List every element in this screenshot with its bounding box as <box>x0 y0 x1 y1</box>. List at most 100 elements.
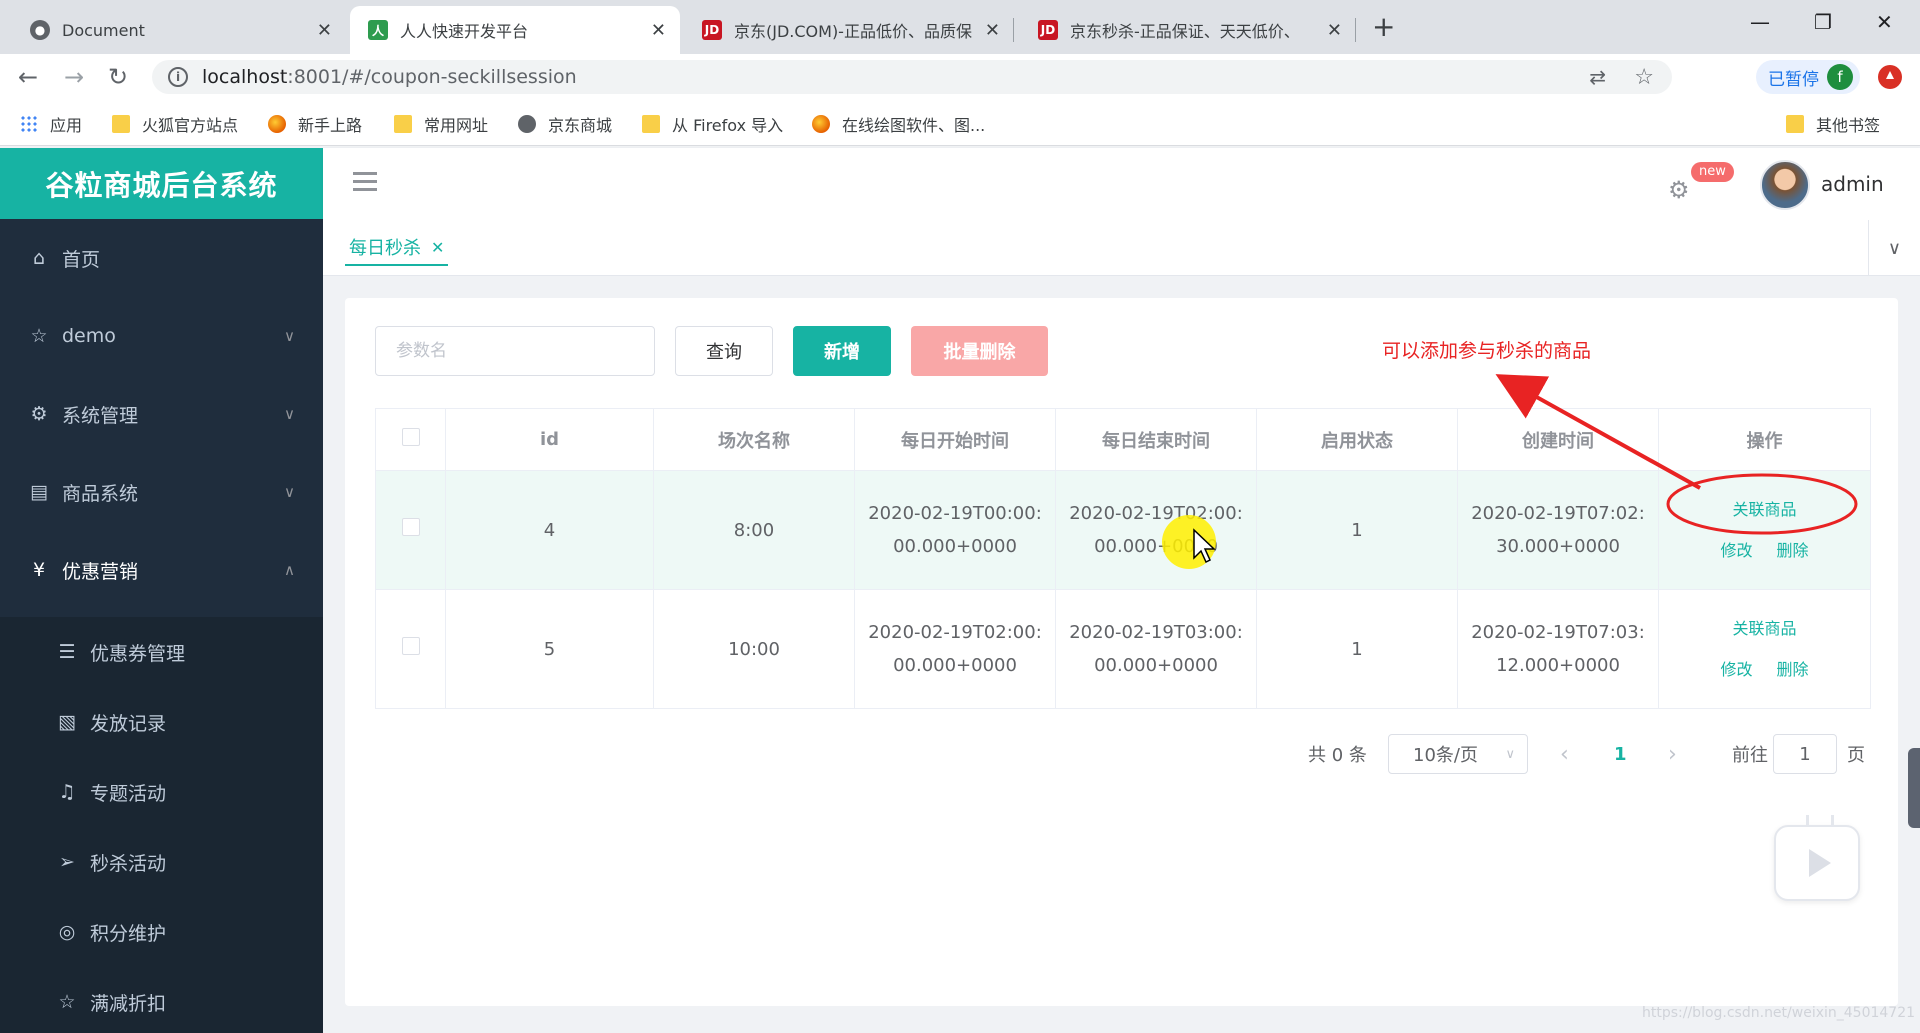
bookmark-label: 常用网址 <box>424 116 489 135</box>
column-header[interactable]: 场次名称 <box>653 408 855 471</box>
cell-start-time: 2020-02-19T02:00: 00.000+0000 <box>854 589 1056 709</box>
username[interactable]: admin <box>1821 172 1884 196</box>
column-header[interactable]: 每日开始时间 <box>854 408 1056 471</box>
bookmarks-bar: 应用 火狐官方站点 新手上路 常用网址 京东商城 从 Firefox 导入 在线… <box>0 100 1920 146</box>
bookmark-item[interactable]: 京东商城 <box>518 112 612 136</box>
table-row[interactable]: 5 10:00 2020-02-19T02:00: 00.000+0000 202… <box>375 589 1871 709</box>
back-icon[interactable]: ← <box>18 64 38 90</box>
sidebar-subitem-topics[interactable]: ♫ 专题活动 <box>0 757 323 827</box>
sidebar-subitem-points[interactable]: ◎ 积分维护 <box>0 897 323 967</box>
browser-tab-renren[interactable]: 人 人人快速开发平台 ✕ <box>350 6 680 54</box>
column-header[interactable]: 启用状态 <box>1256 408 1458 471</box>
add-button[interactable]: 新增 <box>793 326 891 376</box>
watermark: https://blog.csdn.net/weixin_45014721 <box>1642 1005 1916 1021</box>
forward-icon[interactable]: → <box>64 64 84 90</box>
info-icon[interactable]: i <box>168 67 188 87</box>
batch-delete-button[interactable]: 批量删除 <box>911 326 1048 376</box>
menu-toggle-icon[interactable] <box>353 172 377 196</box>
delete-link[interactable]: 删除 <box>1777 653 1809 686</box>
row-checkbox[interactable] <box>401 517 420 536</box>
delete-link[interactable]: 删除 <box>1777 534 1809 567</box>
bookmark-other[interactable]: 其他书签 <box>1786 112 1880 136</box>
folder-icon <box>112 115 130 133</box>
select-all-checkbox[interactable] <box>401 428 420 446</box>
column-header[interactable]: id <box>445 408 654 471</box>
bookmark-label: 新手上路 <box>298 116 363 135</box>
close-icon[interactable]: ✕ <box>317 20 332 41</box>
sidebar-item-demo[interactable]: ☆ demo ∨ <box>0 297 323 375</box>
close-icon[interactable]: ✕ <box>1327 20 1342 41</box>
bookmark-item[interactable]: 在线绘图软件、图... <box>812 112 985 136</box>
query-button[interactable]: 查询 <box>675 326 773 376</box>
browser-tab-title: 京东(JD.COM)-正品低价、品质保 <box>734 22 972 41</box>
sidebar-subitem-records[interactable]: ▧ 发放记录 <box>0 687 323 757</box>
avatar[interactable] <box>1760 160 1810 210</box>
record-icon: ▧ <box>58 711 76 733</box>
sidebar-item-product[interactable]: ▤ 商品系统 ∨ <box>0 453 323 531</box>
globe-icon <box>518 115 536 133</box>
table-row[interactable]: 4 8:00 2020-02-19T00:00: 00.000+0000 2020… <box>375 470 1871 590</box>
tab-seckill-session[interactable]: 每日秒杀 ✕ <box>345 230 449 266</box>
row-checkbox[interactable] <box>401 636 420 655</box>
next-page-icon[interactable]: › <box>1668 734 1677 774</box>
sidebar-item-coupon[interactable]: ¥ 优惠营销 ∧ <box>0 531 323 609</box>
bookmark-item[interactable]: 从 Firefox 导入 <box>642 112 783 136</box>
search-input[interactable] <box>375 326 655 376</box>
restore-icon[interactable]: ❐ <box>1814 10 1832 34</box>
sidebar-item-label: demo <box>62 325 116 347</box>
sidebar-subitem-discount[interactable]: ☆ 满减折扣 <box>0 967 323 1033</box>
sidebar-item-home[interactable]: ⌂ 首页 <box>0 219 323 297</box>
scrollbar-thumb[interactable] <box>1908 748 1920 828</box>
close-icon[interactable]: ✕ <box>651 20 666 41</box>
chevron-down-icon[interactable]: ∨ <box>1868 220 1920 276</box>
page-size-select[interactable]: 10条/页 ∨ <box>1388 734 1528 774</box>
column-header[interactable]: 每日结束时间 <box>1055 408 1257 471</box>
folder-icon <box>642 115 660 133</box>
relate-products-link[interactable]: 关联商品 <box>1732 493 1796 526</box>
bookmark-apps[interactable]: 应用 <box>20 112 82 136</box>
reload-icon[interactable]: ↻ <box>108 64 128 90</box>
profile-button[interactable]: 已暂停 f <box>1756 60 1860 94</box>
window-close-icon[interactable]: ✕ <box>1876 10 1893 34</box>
cell-line: 00.000+0000 <box>893 655 1017 676</box>
video-play-button[interactable] <box>1774 815 1860 901</box>
browser-tab-jd[interactable]: JD 京东(JD.COM)-正品低价、品质保 ✕ <box>684 6 1014 54</box>
renren-logo-icon: 人 <box>368 20 388 40</box>
edit-link[interactable]: 修改 <box>1720 534 1752 567</box>
sidebar-subitem-coupon-manage[interactable]: ☰ 优惠券管理 <box>0 617 323 687</box>
bookmark-star-icon[interactable]: ☆ <box>1634 65 1654 90</box>
prev-page-icon[interactable]: ‹ <box>1560 734 1569 774</box>
sidebar-item-system[interactable]: ⚙ 系统管理 ∨ <box>0 375 323 453</box>
settings-icon[interactable]: ⚙ <box>1668 176 1690 204</box>
cell-line: 2020-02-19T07:03: <box>1471 622 1645 643</box>
bookmark-item[interactable]: 常用网址 <box>394 112 488 136</box>
tab-separator <box>1013 18 1014 42</box>
close-icon[interactable]: ✕ <box>431 238 444 257</box>
cell-status: 1 <box>1256 589 1458 709</box>
browser-tab-jd-seckill[interactable]: JD 京东秒杀-正品保证、天天低价、 ✕ <box>1020 6 1356 54</box>
browser-tab-document[interactable]: ● Document ✕ <box>12 6 346 54</box>
sidebar-subitem-seckill[interactable]: ➢ 秒杀活动 <box>0 827 323 897</box>
cell-id: 4 <box>445 470 654 590</box>
cell-line: 12.000+0000 <box>1496 655 1620 676</box>
edit-link[interactable]: 修改 <box>1720 653 1752 686</box>
url-field[interactable]: i localhost:8001/#/coupon-seckillsession… <box>152 60 1672 94</box>
cell-end-time: 2020-02-19T03:00: 00.000+0000 <box>1055 589 1257 709</box>
bookmark-item[interactable]: 火狐官方站点 <box>112 112 238 136</box>
brand-title[interactable]: 谷粒商城后台系统 <box>0 148 323 219</box>
home-icon: ⌂ <box>32 247 46 269</box>
translate-icon[interactable]: ⇄ <box>1589 65 1606 89</box>
minimize-icon[interactable]: — <box>1750 10 1770 34</box>
relate-products-link[interactable]: 关联商品 <box>1732 612 1796 645</box>
column-header[interactable]: 创建时间 <box>1457 408 1659 471</box>
cell-start-time: 2020-02-19T00:00: 00.000+0000 <box>854 470 1056 590</box>
goto-page-input[interactable] <box>1773 734 1837 774</box>
extension-icon[interactable] <box>1878 65 1902 89</box>
page-number[interactable]: 1 <box>1614 734 1627 774</box>
close-icon[interactable]: ✕ <box>985 20 1000 41</box>
submenu: ☰ 优惠券管理 ▧ 发放记录 ♫ 专题活动 ➢ 秒杀活动 ◎ 积分维护 ☆ 满减… <box>0 617 323 1033</box>
cell-line: 00.000+0000 <box>893 536 1017 557</box>
chevron-down-icon: ∨ <box>284 327 295 345</box>
bookmark-item[interactable]: 新手上路 <box>268 112 362 136</box>
new-tab-button[interactable]: + <box>1372 12 1395 42</box>
